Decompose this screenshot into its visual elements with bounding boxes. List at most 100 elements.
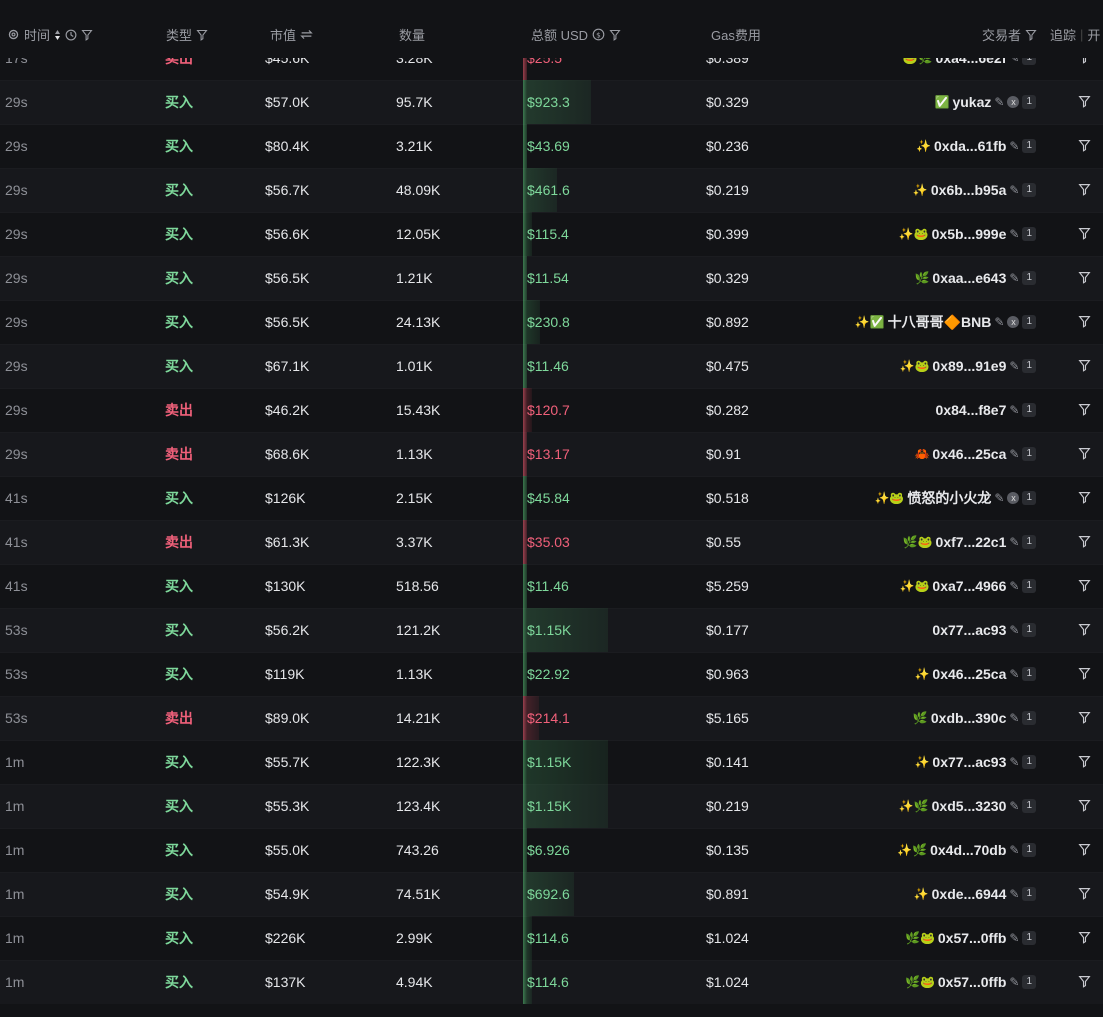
filter-icon[interactable] <box>81 29 93 41</box>
filter-trader-icon[interactable] <box>1078 535 1091 551</box>
trader-name[interactable]: 0x84...f8e7 <box>936 402 1007 418</box>
table-row[interactable]: 41s 卖出 $61.3K 3.37K $35.03 $0.55 🌿🐸 0xf7...22c1… <box>0 520 1103 564</box>
filter-trader-icon[interactable] <box>1078 95 1091 111</box>
table-row[interactable]: 53s 卖出 $89.0K 14.21K $214.1 $5.165 🌿 0xdb...390… <box>0 696 1103 740</box>
trader-name[interactable]: 0x46...25ca <box>932 666 1006 682</box>
filter-trader-icon[interactable] <box>1078 931 1091 947</box>
edit-icon[interactable]: ✎ <box>1009 710 1019 726</box>
filter-trader-icon[interactable] <box>1078 183 1091 199</box>
filter-trader-icon[interactable] <box>1078 799 1091 815</box>
filter-trader-icon[interactable] <box>1078 227 1091 243</box>
gas-header[interactable]: Gas费用 <box>711 25 761 44</box>
trader-cell[interactable]: 🌿 0xaa...e643 ✎ 1 <box>914 270 1036 286</box>
trader-name[interactable]: 0x89...91e9 <box>932 358 1006 374</box>
filter-trader-icon[interactable] <box>1078 667 1091 683</box>
trader-name[interactable]: 0x57...0ffb <box>938 930 1006 946</box>
edit-icon[interactable]: ✎ <box>1009 182 1019 198</box>
edit-icon[interactable]: ✎ <box>1009 138 1019 154</box>
trader-header[interactable]: 交易者 <box>982 25 1037 44</box>
trader-name[interactable]: 0x4d...70db <box>930 842 1006 858</box>
edit-icon[interactable]: ✎ <box>1009 622 1019 638</box>
time-header[interactable]: 时间 <box>7 25 93 44</box>
trader-name[interactable]: 0xf7...22c1 <box>936 534 1007 550</box>
table-row[interactable]: 29s 买入 $80.4K 3.21K $43.69 $0.236 ✨ 0xda...61fb… <box>0 124 1103 168</box>
filter-trader-icon[interactable] <box>1078 403 1091 419</box>
edit-icon[interactable]: ✎ <box>1009 754 1019 770</box>
filter-trader-icon[interactable] <box>1078 271 1091 287</box>
trader-cell[interactable]: ✨🐸 0x5b...999e ✎ 1 <box>899 226 1036 242</box>
filter-icon[interactable] <box>196 29 208 41</box>
table-row[interactable]: 29s 买入 $56.6K 12.05K $115.4 $0.399 ✨🐸 0x5b...99… <box>0 212 1103 256</box>
trader-cell[interactable]: ✅ yukaz ✎ x 1 <box>935 94 1036 110</box>
trader-name[interactable]: 0x57...0ffb <box>938 974 1006 990</box>
edit-icon[interactable]: ✎ <box>1009 842 1019 858</box>
trader-name[interactable]: 0x6b...b95a <box>931 182 1007 198</box>
edit-icon[interactable]: ✎ <box>1009 666 1019 682</box>
trader-cell[interactable]: ✨🌿 0x4d...70db ✎ 1 <box>897 842 1036 858</box>
table-row[interactable]: 53s 买入 $119K 1.13K $22.92 $0.963 ✨ 0x46...25ca ✎… <box>0 652 1103 696</box>
x-social-icon[interactable]: x <box>1007 96 1020 108</box>
trader-cell[interactable]: ✨✅ 十八哥哥🔶BNB ✎ x 1 <box>855 314 1036 330</box>
edit-icon[interactable]: ✎ <box>1009 974 1019 990</box>
table-row[interactable]: 29s 买入 $56.5K 24.13K $230.8 $0.892 ✨✅ 十八哥哥🔶BNB ✎… <box>0 300 1103 344</box>
trader-cell[interactable]: ✨ 0x6b...b95a ✎ 1 <box>913 182 1036 198</box>
filter-trader-icon[interactable] <box>1078 755 1091 771</box>
edit-icon[interactable]: ✎ <box>1009 358 1019 374</box>
edit-icon[interactable]: ✎ <box>1009 886 1019 902</box>
table-row[interactable]: 29s 卖出 $46.2K 15.43K $120.7 $0.282 0x84...f8e7… <box>0 388 1103 432</box>
trader-cell[interactable]: 0x77...ac93 ✎ 1 <box>932 622 1036 638</box>
trader-cell[interactable]: 0x84...f8e7 ✎ 1 <box>936 402 1036 418</box>
edit-icon[interactable]: ✎ <box>1009 930 1019 946</box>
edit-icon[interactable]: ✎ <box>1009 226 1019 242</box>
trader-cell[interactable]: ✨ 0xde...6944 ✎ 1 <box>914 886 1036 902</box>
swap-icon[interactable] <box>300 29 313 40</box>
table-row[interactable]: 1m 买入 $55.3K 123.4K $1.15K $0.219 ✨🌿 0xd5...323… <box>0 784 1103 828</box>
trader-name[interactable]: 0xaa...e643 <box>932 270 1006 286</box>
trader-name[interactable]: 0xde...6944 <box>932 886 1007 902</box>
edit-icon[interactable]: ✎ <box>1009 798 1019 814</box>
mcap-header[interactable]: 市值 <box>270 25 313 44</box>
table-row[interactable]: 29s 卖出 $68.6K 1.13K $13.17 $0.91 🦀 0x46...25ca ✎… <box>0 432 1103 476</box>
trader-cell[interactable]: 🌿🐸 0x57...0ffb ✎ 1 <box>905 930 1036 946</box>
trader-name[interactable]: yukaz <box>952 94 991 110</box>
table-row[interactable]: 53s 买入 $56.2K 121.2K $1.15K $0.177 0x77...ac93… <box>0 608 1103 652</box>
total-header[interactable]: 总额 USD $ <box>531 25 621 44</box>
edit-icon[interactable]: ✎ <box>994 314 1004 330</box>
x-social-icon[interactable]: x <box>1007 492 1020 504</box>
table-row[interactable]: 41s 买入 $130K 518.56 $11.46 $5.259 ✨🐸 0xa7...496… <box>0 564 1103 608</box>
trader-name[interactable]: 0xda...61fb <box>934 138 1006 154</box>
trader-name[interactable]: 0x5b...999e <box>932 226 1007 242</box>
edit-icon[interactable]: ✎ <box>1009 578 1019 594</box>
filter-trader-icon[interactable] <box>1078 315 1091 331</box>
trader-name[interactable]: 0x77...ac93 <box>932 754 1006 770</box>
trader-name[interactable]: 0xa7...4966 <box>932 578 1006 594</box>
filter-trader-icon[interactable] <box>1078 975 1091 991</box>
table-row[interactable]: 29s 买入 $67.1K 1.01K $11.46 $0.475 ✨🐸 0x89...91e… <box>0 344 1103 388</box>
table-row[interactable]: 29s 买入 $57.0K 95.7K $923.3 $0.329 ✅ yukaz ✎ x 1 <box>0 80 1103 124</box>
trader-name[interactable]: 十八哥哥🔶BNB <box>888 314 992 330</box>
qty-header[interactable]: 数量 <box>399 25 425 44</box>
trader-cell[interactable]: ✨ 0x77...ac93 ✎ 1 <box>914 754 1036 770</box>
trader-cell[interactable]: 🦀 0x46...25ca ✎ 1 <box>914 446 1036 462</box>
edit-icon[interactable]: ✎ <box>1009 446 1019 462</box>
edit-icon[interactable]: ✎ <box>1009 534 1019 550</box>
filter-trader-icon[interactable] <box>1078 887 1091 903</box>
table-row[interactable]: 1m 买入 $55.0K 743.26 $6.926 $0.135 ✨🌿 0x4d...70d… <box>0 828 1103 872</box>
trader-name[interactable]: 愤怒的小火龙 <box>907 490 991 506</box>
trader-cell[interactable]: 🌿🐸 0xf7...22c1 ✎ 1 <box>903 534 1036 550</box>
trader-cell[interactable]: ✨🐸 0x89...91e9 ✎ 1 <box>900 358 1036 374</box>
filter-icon[interactable] <box>1025 29 1037 41</box>
filter-trader-icon[interactable] <box>1078 139 1091 155</box>
clock-icon[interactable] <box>65 29 77 41</box>
trader-cell[interactable]: 🌿🐸 0x57...0ffb ✎ 1 <box>905 974 1036 990</box>
filter-trader-icon[interactable] <box>1078 447 1091 463</box>
table-row[interactable]: 29s 买入 $56.5K 1.21K $11.54 $0.329 🌿 0xaa...e643… <box>0 256 1103 300</box>
table-row[interactable]: 29s 买入 $56.7K 48.09K $461.6 $0.219 ✨ 0x6b...b95… <box>0 168 1103 212</box>
trader-name[interactable]: 0x77...ac93 <box>932 622 1006 638</box>
trader-cell[interactable]: ✨ 0xda...61fb ✎ 1 <box>916 138 1036 154</box>
trader-cell[interactable]: ✨🐸 0xa7...4966 ✎ 1 <box>900 578 1036 594</box>
currency-icon[interactable]: $ <box>592 28 605 41</box>
table-row[interactable]: 1m 买入 $226K 2.99K $114.6 $1.024 🌿🐸 0x57...0ffb ✎… <box>0 916 1103 960</box>
trader-cell[interactable]: ✨🌿 0xd5...3230 ✎ 1 <box>899 798 1036 814</box>
edit-icon[interactable]: ✎ <box>1009 402 1019 418</box>
